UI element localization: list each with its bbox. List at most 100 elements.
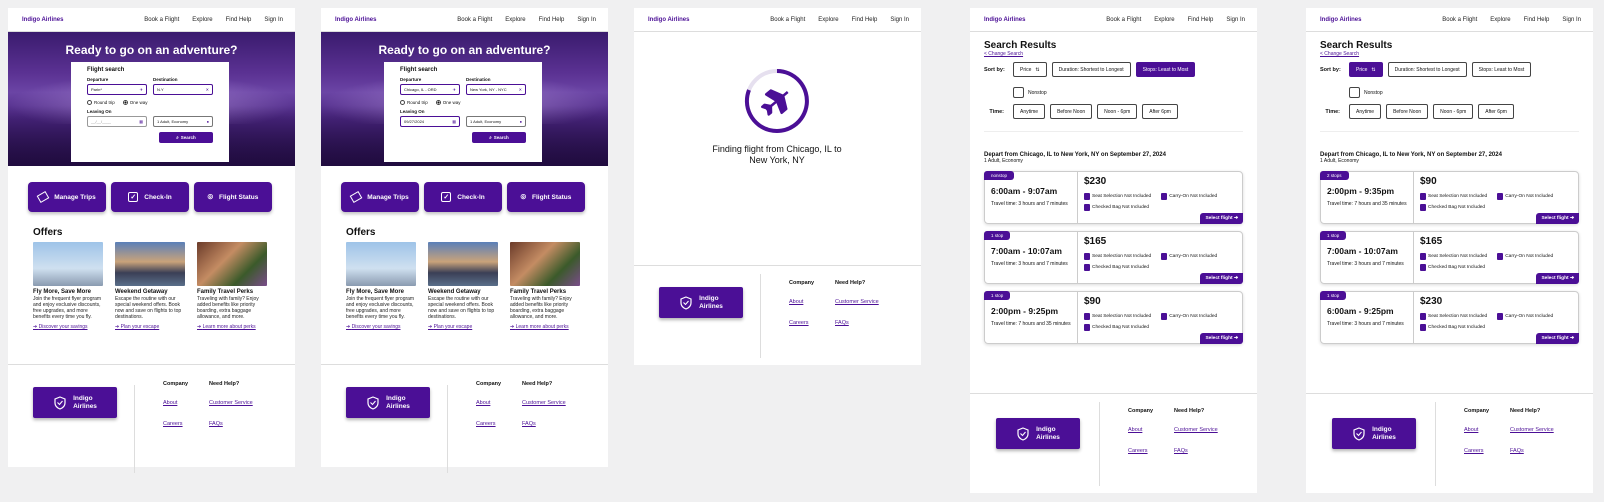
calendar-icon[interactable]: ▦	[452, 119, 456, 124]
sort-stops-chip[interactable]: Stops: Least to Most	[1471, 62, 1532, 77]
passengers-select[interactable]: 1 Adult, Economy ●	[466, 116, 526, 127]
offer-link[interactable]: ➔ Learn more about perks	[197, 324, 267, 330]
select-flight-button[interactable]: Select flight ➔	[1536, 333, 1579, 344]
time-chip[interactable]: Noon - 6pm	[1097, 104, 1138, 119]
offer-link[interactable]: ➔ Discover your savings	[33, 324, 103, 330]
nav-explore[interactable]: Explore	[1490, 17, 1510, 23]
sort-duration-chip[interactable]: Duration: Shortest to Longest	[1387, 62, 1467, 77]
brand-logo[interactable]: Indigo Airlines	[22, 17, 63, 23]
select-flight-button[interactable]: Select flight ➔	[1536, 273, 1579, 284]
nav-book-flight[interactable]: Book a Flight	[457, 17, 492, 23]
change-search-link[interactable]: < Change Search	[1320, 51, 1579, 57]
nonstop-checkbox[interactable]	[1013, 87, 1024, 98]
offer-link[interactable]: ➔ Plan your escape	[115, 324, 185, 330]
round-trip-radio[interactable]: Round trip	[87, 100, 115, 105]
time-chip[interactable]: After 6pm	[1478, 104, 1514, 119]
select-flight-button[interactable]: Select flight ➔	[1200, 333, 1243, 344]
select-flight-button[interactable]: Select flight ➔	[1536, 213, 1579, 224]
nav-sign-in[interactable]: Sign In	[1226, 17, 1245, 23]
manage-trips-button[interactable]: Manage Trips	[28, 182, 106, 212]
offer-link[interactable]: ➔ Plan your escape	[428, 324, 498, 330]
footer-about-link[interactable]: About	[163, 400, 188, 406]
footer-careers-link[interactable]: Careers	[1128, 448, 1153, 454]
nav-sign-in[interactable]: Sign In	[890, 17, 909, 23]
footer-about-link[interactable]: About	[1128, 427, 1153, 433]
time-chip[interactable]: After 6pm	[1142, 104, 1178, 119]
footer-customer-service-link[interactable]: Customer Service	[835, 299, 879, 305]
brand-logo[interactable]: Indigo Airlines	[335, 17, 376, 23]
brand-logo[interactable]: Indigo Airlines	[648, 17, 689, 23]
time-chip[interactable]: Anytime	[1013, 104, 1046, 119]
time-chip[interactable]: Anytime	[1349, 104, 1382, 119]
footer-customer-service-link[interactable]: Customer Service	[1174, 427, 1218, 433]
sort-price-chip[interactable]: Price ⇅	[1013, 62, 1047, 77]
footer-about-link[interactable]: About	[476, 400, 501, 406]
footer-faqs-link[interactable]: FAQs	[522, 421, 566, 427]
nav-explore[interactable]: Explore	[505, 17, 525, 23]
departure-input[interactable]: Parin* ✈	[87, 84, 147, 95]
nonstop-checkbox[interactable]	[1349, 87, 1360, 98]
nav-book-flight[interactable]: Book a Flight	[1106, 17, 1141, 23]
nav-book-flight[interactable]: Book a Flight	[144, 17, 179, 23]
footer-about-link[interactable]: About	[1464, 427, 1489, 433]
passengers-select[interactable]: 1 Adult, Economy ●	[153, 116, 213, 127]
footer-careers-link[interactable]: Careers	[163, 421, 188, 427]
nav-find-help[interactable]: Find Help	[226, 17, 252, 23]
footer-customer-service-link[interactable]: Customer Service	[522, 400, 566, 406]
destination-input[interactable]: N.Y ✕	[153, 84, 213, 95]
footer-logo[interactable]: Indigo Airlines	[33, 387, 117, 418]
check-in-button[interactable]: ✓ Check-In	[424, 182, 502, 212]
nav-sign-in[interactable]: Sign In	[577, 17, 596, 23]
nav-book-flight[interactable]: Book a Flight	[770, 17, 805, 23]
footer-logo[interactable]: Indigo Airlines	[1332, 418, 1416, 449]
clear-icon[interactable]: ✕	[519, 87, 522, 92]
footer-customer-service-link[interactable]: Customer Service	[1510, 427, 1554, 433]
brand-logo[interactable]: Indigo Airlines	[984, 17, 1025, 23]
brand-logo[interactable]: Indigo Airlines	[1320, 17, 1361, 23]
departure-input[interactable]: Chicago, IL - ORD ✈	[400, 84, 460, 95]
nav-explore[interactable]: Explore	[818, 17, 838, 23]
sort-price-chip[interactable]: Price ⇅	[1349, 62, 1383, 77]
calendar-icon[interactable]: ▦	[139, 119, 143, 124]
nonstop-filter[interactable]: Nonstop	[1349, 87, 1579, 98]
flight-status-button[interactable]: ⌾ Flight Status	[194, 182, 272, 212]
date-input[interactable]: 09/27/2024 ▦	[400, 116, 460, 127]
footer-careers-link[interactable]: Careers	[476, 421, 501, 427]
round-trip-radio[interactable]: Round trip	[400, 100, 428, 105]
search-button[interactable]: ⌕ Search	[472, 132, 526, 143]
nav-explore[interactable]: Explore	[1154, 17, 1174, 23]
time-chip[interactable]: Before Noon	[1386, 104, 1429, 119]
nav-find-help[interactable]: Find Help	[852, 17, 878, 23]
nav-find-help[interactable]: Find Help	[1188, 17, 1214, 23]
sort-duration-chip[interactable]: Duration: Shortest to Longest	[1051, 62, 1131, 77]
nav-book-flight[interactable]: Book a Flight	[1442, 17, 1477, 23]
change-search-link[interactable]: < Change Search	[984, 51, 1243, 57]
footer-careers-link[interactable]: Careers	[1464, 448, 1489, 454]
select-flight-button[interactable]: Select flight ➔	[1200, 213, 1243, 224]
destination-input[interactable]: New York, NY - NYC ✕	[466, 84, 526, 95]
nav-find-help[interactable]: Find Help	[539, 17, 565, 23]
footer-logo[interactable]: Indigo Airlines	[996, 418, 1080, 449]
footer-faqs-link[interactable]: FAQs	[1174, 448, 1218, 454]
footer-faqs-link[interactable]: FAQs	[1510, 448, 1554, 454]
select-flight-button[interactable]: Select flight ➔	[1200, 273, 1243, 284]
nav-explore[interactable]: Explore	[192, 17, 212, 23]
search-button[interactable]: ⌕ Search	[159, 132, 213, 143]
footer-about-link[interactable]: About	[789, 299, 814, 305]
flight-status-button[interactable]: ⌾ Flight Status	[507, 182, 585, 212]
date-input[interactable]: __/__/____ ▦	[87, 116, 147, 127]
nav-sign-in[interactable]: Sign In	[1562, 17, 1581, 23]
footer-customer-service-link[interactable]: Customer Service	[209, 400, 253, 406]
time-chip[interactable]: Noon - 6pm	[1433, 104, 1474, 119]
footer-logo[interactable]: Indigo Airlines	[659, 287, 743, 318]
footer-faqs-link[interactable]: FAQs	[835, 320, 879, 326]
clear-icon[interactable]: ✕	[206, 87, 209, 92]
footer-faqs-link[interactable]: FAQs	[209, 421, 253, 427]
footer-logo[interactable]: Indigo Airlines	[346, 387, 430, 418]
manage-trips-button[interactable]: Manage Trips	[341, 182, 419, 212]
one-way-radio[interactable]: One way	[122, 100, 148, 105]
nav-find-help[interactable]: Find Help	[1524, 17, 1550, 23]
offer-link[interactable]: ➔ Learn more about perks	[510, 324, 580, 330]
sort-stops-chip[interactable]: Stops: Least to Most	[1135, 62, 1196, 77]
check-in-button[interactable]: ✓ Check-In	[111, 182, 189, 212]
